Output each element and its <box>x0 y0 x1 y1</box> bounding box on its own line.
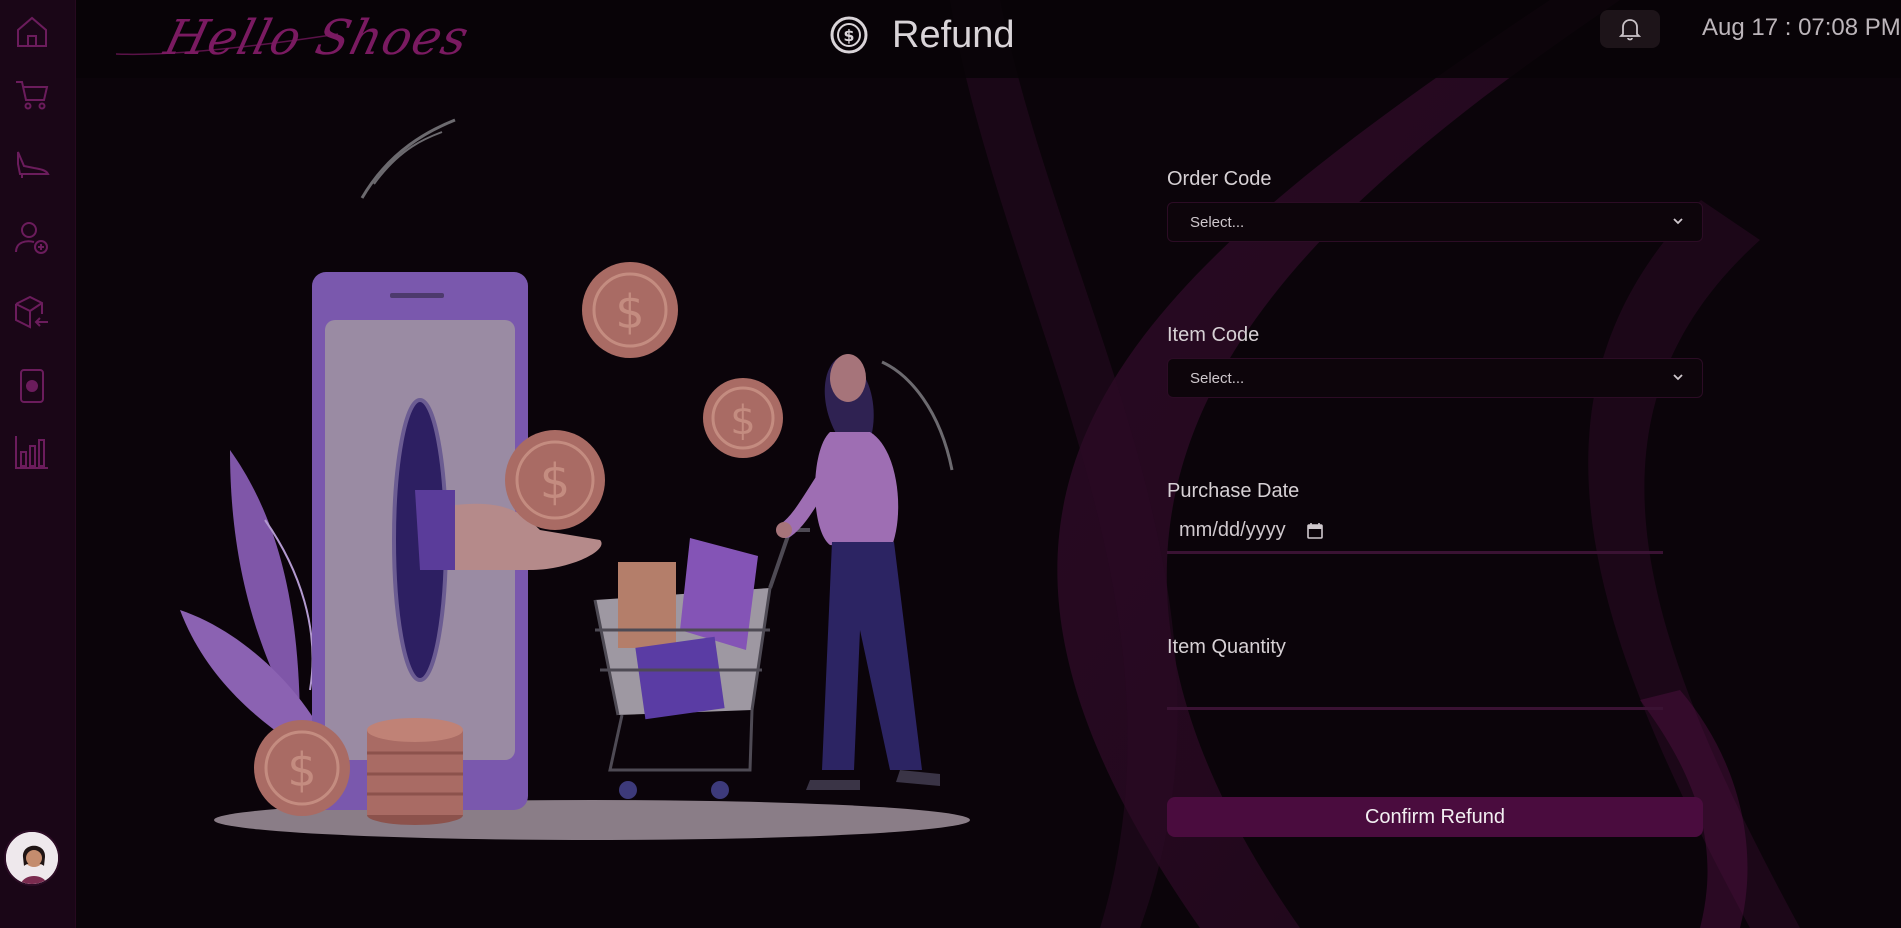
purchase-date-label: Purchase Date <box>1167 480 1300 502</box>
add-user-icon <box>15 222 48 254</box>
brand-logo: Hello Shoes <box>106 4 475 68</box>
page-title-group: $ Refund <box>828 10 1015 60</box>
chevron-down-icon <box>1673 218 1683 225</box>
cart-icon <box>16 81 49 110</box>
chevron-down-icon <box>1673 374 1683 381</box>
sidebar <box>0 0 76 928</box>
avatar[interactable] <box>4 830 60 886</box>
order-code-label: Order Code <box>1167 168 1272 190</box>
sidebar-item-shoes[interactable] <box>8 138 56 186</box>
phone-icon <box>20 369 44 403</box>
coin-stack <box>367 718 463 825</box>
page-title: Refund <box>892 13 1015 56</box>
calendar-icon[interactable] <box>1306 522 1324 540</box>
item-code-select[interactable]: Select... <box>1167 358 1703 398</box>
sidebar-item-reports[interactable] <box>8 428 56 476</box>
sidebar-item-home[interactable] <box>8 8 56 56</box>
shopper-figure <box>776 354 940 790</box>
sidebar-item-returns[interactable] <box>8 288 56 336</box>
item-code-label: Item Code <box>1167 324 1260 346</box>
notification-button[interactable] <box>1600 10 1660 48</box>
sidebar-item-cart[interactable] <box>8 70 56 118</box>
svg-text:$: $ <box>287 743 316 797</box>
dollar-circle-icon: $ <box>830 16 868 54</box>
brand-name: Hello Shoes <box>159 10 475 66</box>
home-icon <box>17 16 47 47</box>
arc-right <box>881 360 954 471</box>
svg-text:$: $ <box>730 398 755 444</box>
confirm-refund-button[interactable]: Confirm Refund <box>1167 797 1703 837</box>
purchase-date-input[interactable]: mm/dd/yyyy <box>1167 510 1663 554</box>
item-quantity-input[interactable] <box>1167 666 1663 710</box>
sleeve <box>415 490 455 570</box>
box-return-icon <box>15 295 48 329</box>
item-quantity-label: Item Quantity <box>1167 636 1286 658</box>
order-code-value: Select... <box>1190 213 1245 231</box>
refund-illustration: $ $ $ $ <box>180 118 970 840</box>
purchase-date-placeholder: mm/dd/yyyy <box>1179 519 1286 541</box>
user-avatar-icon <box>6 832 58 884</box>
svg-text:$: $ <box>843 26 854 45</box>
arc-top2 <box>373 131 443 185</box>
svg-text:$: $ <box>615 285 644 339</box>
datetime-display: Aug 17 : 07:08 PM <box>1702 14 1901 41</box>
item-code-value: Select... <box>1190 369 1245 387</box>
phone-speaker <box>390 293 444 298</box>
shopping-cart <box>593 528 810 799</box>
header: Hello Shoes $ Refund Aug 17 : 07:08 PM <box>76 0 1901 78</box>
bell-icon <box>1619 19 1641 41</box>
svg-text:$: $ <box>540 454 571 510</box>
bar-chart-icon <box>15 436 48 469</box>
shoe-icon <box>17 151 50 178</box>
sidebar-item-customers[interactable] <box>8 214 56 262</box>
sidebar-item-devices[interactable] <box>8 362 56 410</box>
order-code-select[interactable]: Select... <box>1167 202 1703 242</box>
